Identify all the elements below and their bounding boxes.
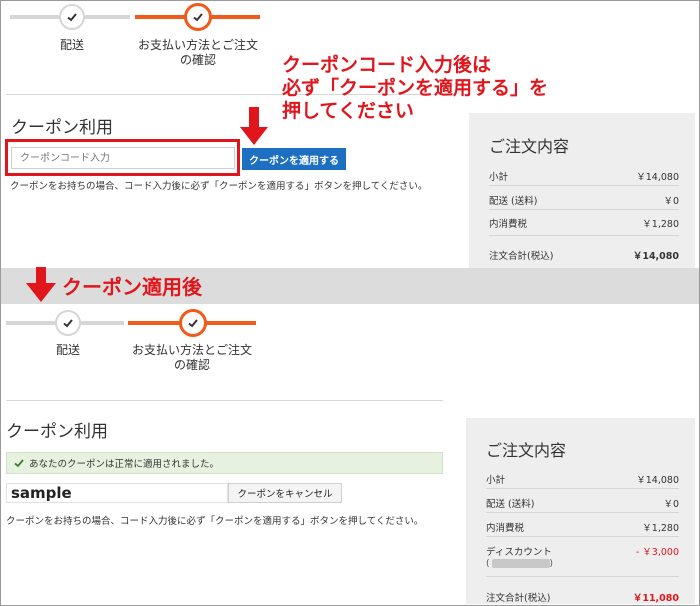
coupon-section-title: クーポン利用: [11, 118, 113, 138]
summary-row-tax: 内消費税 ￥1,280: [489, 219, 679, 230]
coupon-code-input[interactable]: [11, 147, 235, 169]
checkout-stepper-before: 配送 お支払い方法とご注文 の確認: [0, 0, 300, 70]
step-payment-label: お支払い方法とご注文 の確認: [137, 38, 258, 67]
summary-row-tax: 内消費税 ￥1,280: [486, 523, 679, 534]
summary-row-total: 注文合計(税込) ￥14,080: [489, 251, 679, 262]
step-payment-check-icon: [179, 309, 207, 337]
order-summary-after: ご注文内容 小計 ￥14,080 配送 (送料) ￥0 内消費税 ￥1,280 ディス…: [466, 418, 695, 604]
step-shipping-check-icon: [59, 4, 85, 30]
applied-coupon-field[interactable]: sample: [6, 483, 228, 503]
summary-row-subtotal: 小計 ￥14,080: [489, 172, 679, 183]
step-shipping-label: 配送: [59, 38, 84, 52]
coupon-section-title: クーポン利用: [6, 422, 108, 442]
summary-row-shipping: 配送 (送料) ￥0: [489, 196, 679, 207]
order-summary-before: ご注文内容 小計 ￥14,080 配送 (送料) ￥0 内消費税 ￥1,280 注文合…: [469, 113, 695, 268]
summary-row-discount: ディスカウント - ￥3,000: [486, 547, 679, 558]
apply-coupon-button[interactable]: クーポンを適用する: [242, 148, 346, 170]
summary-row-shipping: 配送 (送料) ￥0: [486, 499, 679, 510]
coupon-note: クーポンをお持ちの場合、コード入力後に必ず「クーポンを適用する」ボタンを押してく…: [10, 181, 428, 192]
after-apply-heading: クーポン適用後: [62, 275, 202, 299]
red-arrow-down-icon: [26, 267, 56, 302]
summary-row-subtotal: 小計 ￥14,080: [486, 475, 679, 486]
summary-row-total: 注文合計(税込) ￥11,080: [486, 593, 679, 604]
coupon-success-message: あなたのクーポンは正常に適用されました。: [6, 452, 443, 474]
check-icon: [14, 459, 24, 468]
red-arrow-down-icon: [240, 107, 268, 145]
step-shipping-check-icon: [55, 310, 81, 336]
divider: [6, 400, 443, 401]
step-payment-label: お支払い方法とご注文 の確認: [131, 343, 252, 372]
cancel-coupon-button[interactable]: クーポンをキャンセル: [228, 483, 342, 503]
coupon-note: クーポンをお持ちの場合、コード入力後に必ず「クーポンを適用する」ボタンを押してく…: [6, 516, 424, 527]
discount-code-blurred: (): [486, 559, 554, 569]
step-payment-check-icon: [184, 3, 212, 31]
order-summary-title: ご注文内容: [489, 137, 570, 156]
checkout-stepper-after: 配送 お支払い方法とご注文 の確認: [0, 306, 300, 376]
order-summary-title: ご注文内容: [486, 441, 567, 460]
step-shipping-label: 配送: [55, 343, 80, 357]
